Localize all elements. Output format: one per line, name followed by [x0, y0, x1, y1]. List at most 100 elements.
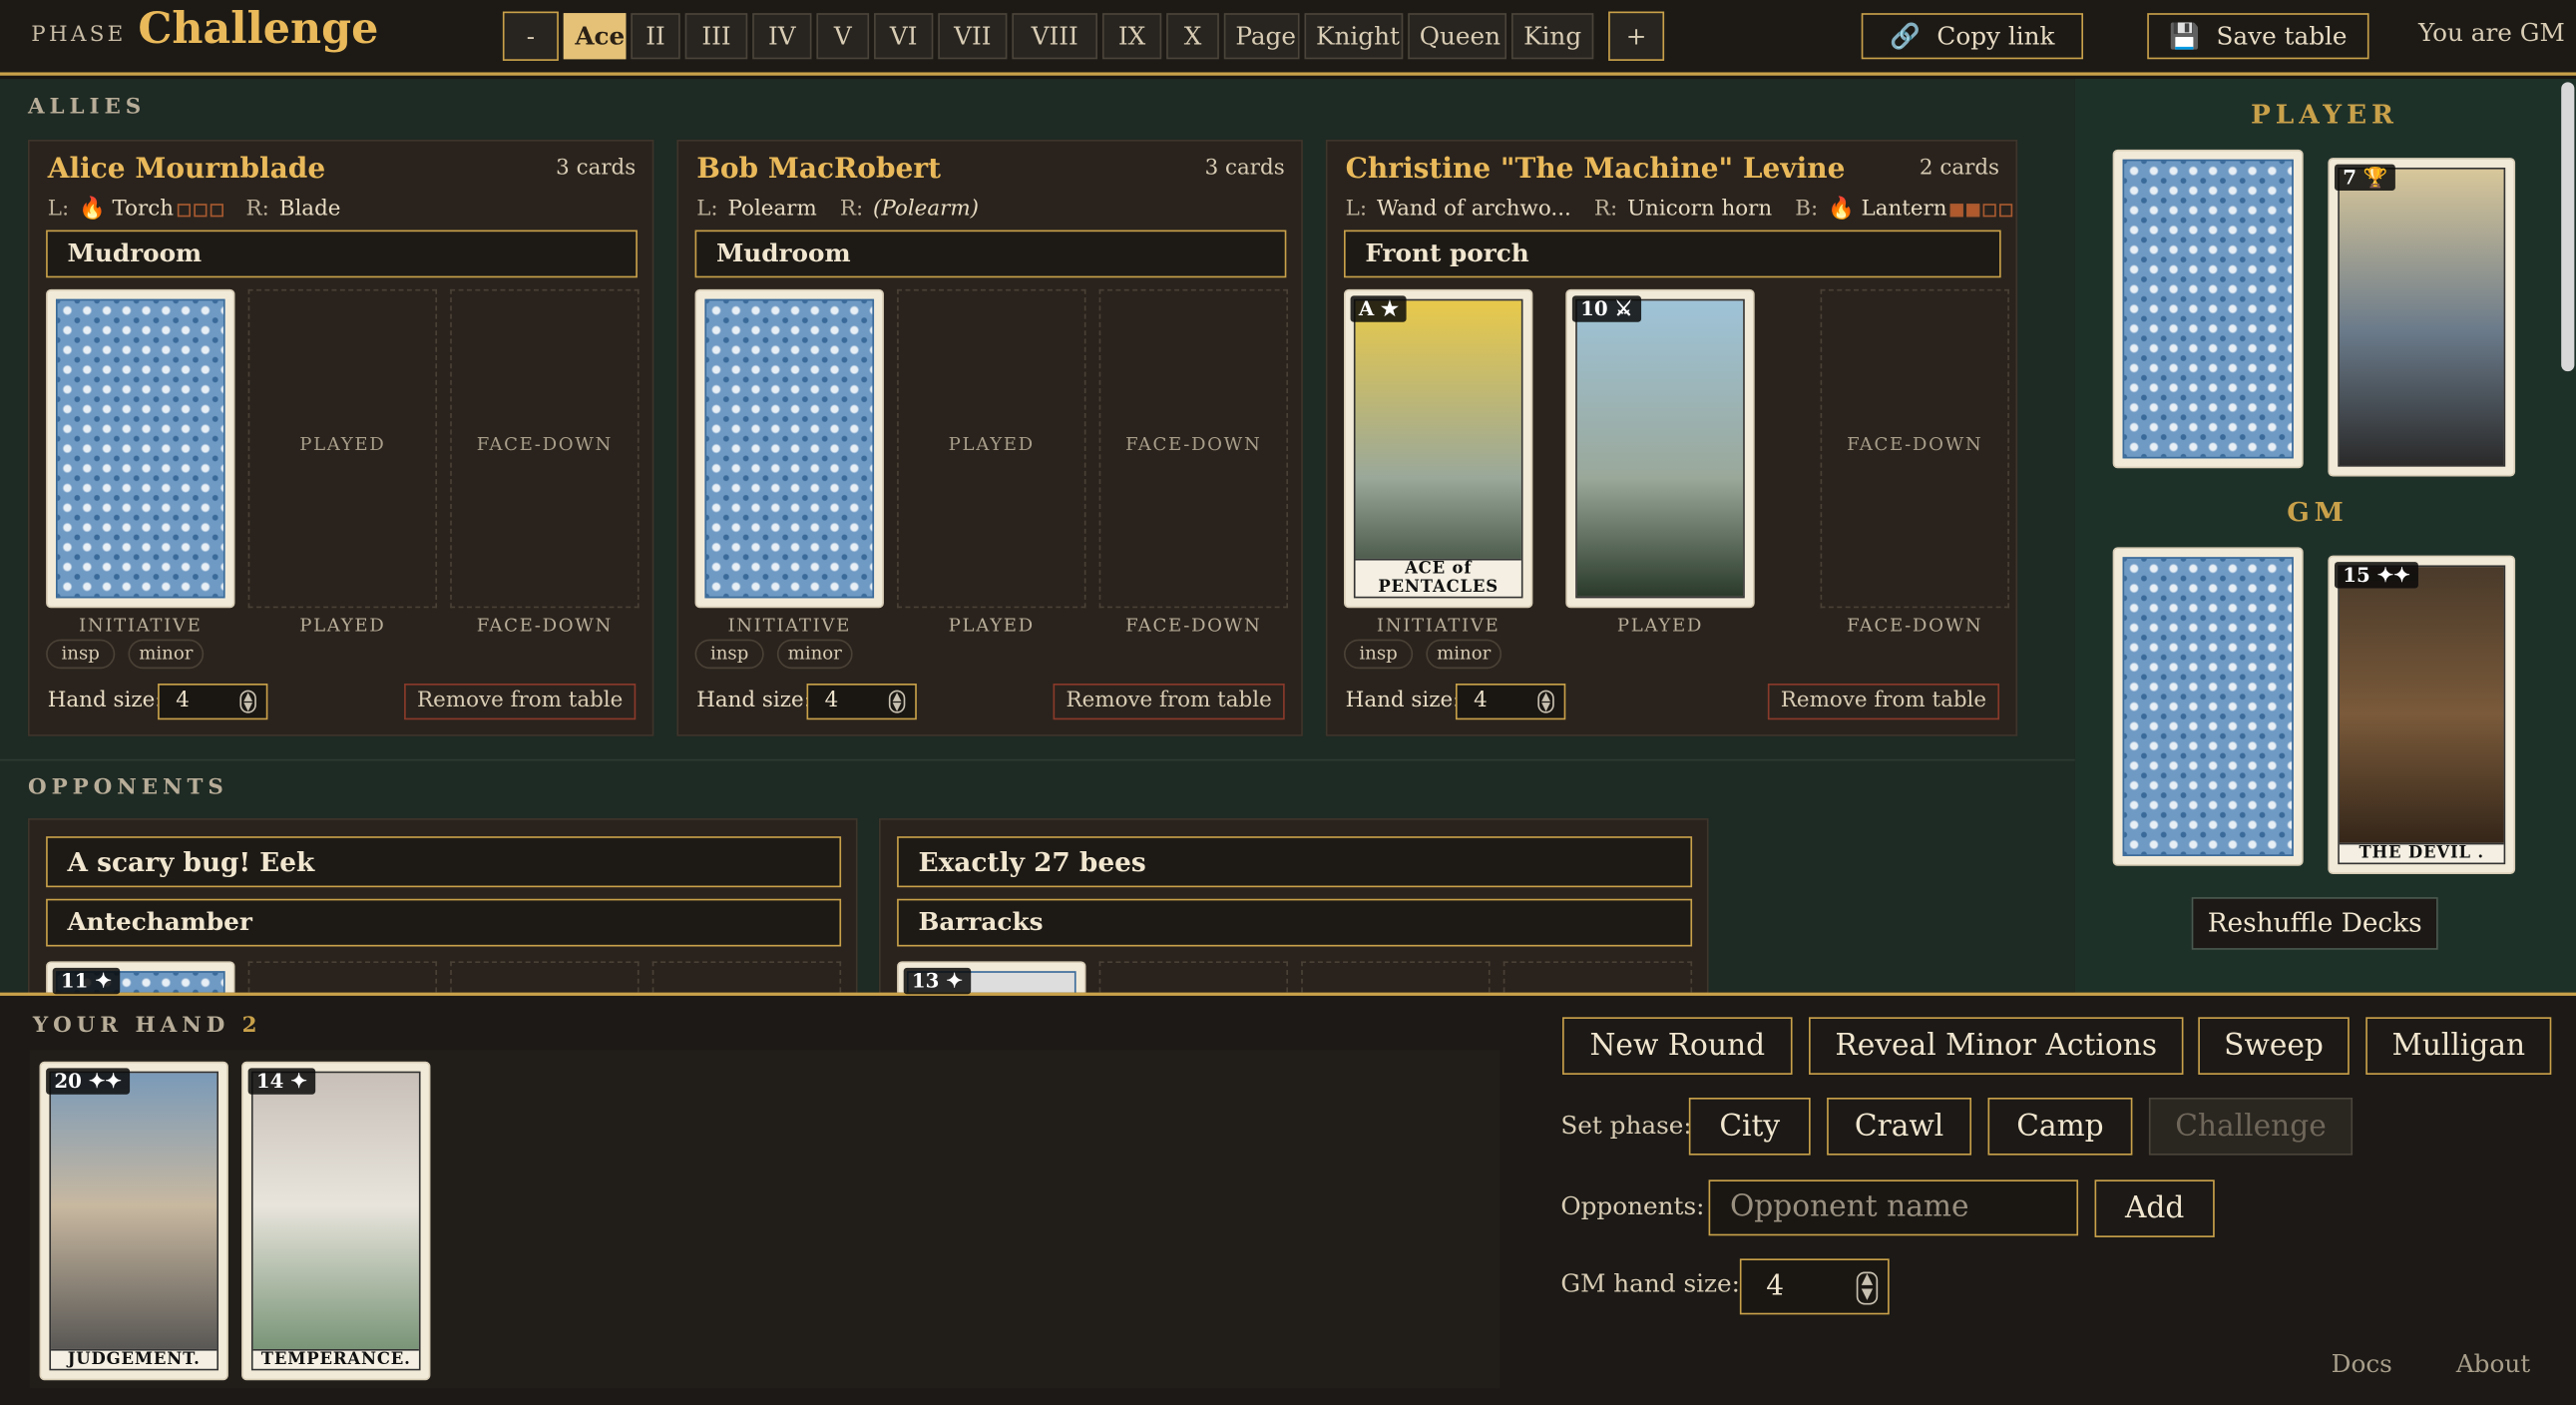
sidebar-scrollbar[interactable]: [2561, 82, 2575, 372]
remove-from-table-button[interactable]: Remove from table: [1053, 684, 1285, 720]
hand-size-input[interactable]: 4 ▲ ▼: [158, 684, 268, 720]
location-field[interactable]: Antechamber: [46, 898, 842, 947]
docs-link[interactable]: Docs: [2332, 1349, 2392, 1379]
copy-link-button[interactable]: 🔗 Copy link: [1861, 13, 2084, 60]
rank-button[interactable]: II: [631, 13, 680, 60]
rank-button[interactable]: Queen: [1408, 13, 1507, 60]
card-slot-empty[interactable]: PLAYED: [897, 288, 1086, 609]
fuel-pip[interactable]: [193, 203, 207, 217]
action-tag[interactable]: insp: [694, 639, 764, 670]
action-tag[interactable]: insp: [1344, 639, 1414, 670]
link-icon: 🔗: [1890, 21, 1921, 52]
card-slot-empty[interactable]: FACE-DOWN: [1098, 288, 1289, 609]
rank-increment-button[interactable]: +: [1608, 11, 1665, 61]
opponents-label: Opponents:: [1560, 1190, 1705, 1221]
location-field[interactable]: Mudroom: [694, 230, 1287, 278]
stepper-icon[interactable]: ▲ ▼: [1537, 690, 1554, 713]
player-discard-card[interactable]: 7 🏆: [2328, 158, 2516, 477]
phase-value: Challenge: [138, 4, 379, 55]
rank-button[interactable]: IV: [752, 13, 812, 60]
fuel-pip[interactable]: [177, 203, 191, 217]
card-slot-empty[interactable]: FACE-DOWN: [1820, 288, 2009, 609]
copy-link-label: Copy link: [1936, 21, 2055, 52]
reshuffle-decks-button[interactable]: Reshuffle Decks: [2191, 897, 2438, 950]
slot-caption: INITIATIVE: [79, 614, 203, 637]
location-field[interactable]: Mudroom: [46, 230, 638, 278]
face-up-card[interactable]: A ★ ACE of PENTACLES: [1344, 288, 1533, 609]
app-root: PHASE Challenge - Ace II III IV V VI VII VIII IX…: [0, 0, 2576, 1405]
fuel-pip[interactable]: [1949, 203, 1964, 217]
phase-challenge-button[interactable]: Challenge: [2148, 1097, 2354, 1156]
action-tag[interactable]: minor: [776, 639, 853, 670]
about-link[interactable]: About: [2456, 1349, 2530, 1379]
sweep-button[interactable]: Sweep: [2198, 1017, 2350, 1075]
add-opponent-button[interactable]: Add: [2094, 1179, 2215, 1237]
hand-size-value: 4: [1474, 688, 1488, 713]
location-field[interactable]: Barracks: [897, 898, 1693, 947]
opponent-name-field[interactable]: Exactly 27 bees: [897, 836, 1693, 888]
action-tag[interactable]: insp: [46, 639, 116, 670]
location-field[interactable]: Front porch: [1344, 230, 2001, 278]
hand-size-input[interactable]: 4 ▲ ▼: [806, 684, 917, 720]
rank-selector: - Ace II III IV V VI VII VIII IX X Page Knight Queen…: [502, 11, 1665, 61]
rank-button[interactable]: IX: [1101, 13, 1162, 60]
fuel-pip[interactable]: [1966, 203, 1980, 217]
slot-placeholder: FACE-DOWN: [1847, 433, 1983, 456]
top-bar: PHASE Challenge - Ace II III IV V VI VII VIII IX…: [0, 0, 2576, 76]
opponent-panel: Exactly 27 bees Barracks 13 ✦: [878, 818, 1709, 1028]
rank-button[interactable]: VIII: [1012, 13, 1097, 60]
gm-discard-card[interactable]: 15 ✦✦ THE DEVIL .: [2328, 555, 2516, 875]
face-down-card[interactable]: [46, 288, 235, 609]
rank-button[interactable]: III: [684, 13, 748, 60]
mulligan-button[interactable]: Mulligan: [2365, 1017, 2552, 1075]
phase-camp-button[interactable]: Camp: [1987, 1097, 2133, 1156]
card-slot-empty[interactable]: FACE-DOWN: [450, 288, 640, 609]
equipment-slot-label: L:: [696, 197, 718, 223]
slot-placeholder: PLAYED: [948, 433, 1035, 456]
stepper-icon[interactable]: ▲ ▼: [239, 690, 256, 713]
face-up-card[interactable]: 10 ⚔: [1565, 288, 1755, 609]
rank-button[interactable]: Ace: [563, 13, 627, 60]
remove-from-table-button[interactable]: Remove from table: [1767, 684, 2000, 720]
hand-size-input[interactable]: 4 ▲ ▼: [1455, 684, 1566, 720]
stepper-icon[interactable]: ▲ ▼: [1856, 1271, 1879, 1305]
gm-hand-size-input[interactable]: 4 ▲ ▼: [1739, 1258, 1890, 1315]
card-slot-empty[interactable]: PLAYED: [247, 288, 438, 609]
fuel-pip[interactable]: [1999, 203, 2013, 217]
ally-card-count: 3 cards: [1204, 156, 1285, 182]
rank-button[interactable]: Page: [1223, 13, 1300, 60]
equipment-slot-label: L:: [47, 197, 70, 223]
ally-name: Christine "The Machine" Levine: [1345, 153, 1846, 187]
equipment-item: L: 🔥 Torch: [47, 197, 223, 223]
opponent-name-input[interactable]: Opponent name: [1708, 1179, 2079, 1236]
rank-button[interactable]: V: [816, 13, 870, 60]
rank-button[interactable]: VII: [938, 13, 1008, 60]
ally-card-count: 2 cards: [1919, 156, 2000, 182]
fuel-pip[interactable]: [210, 203, 223, 217]
phase-city-button[interactable]: City: [1688, 1097, 1811, 1156]
action-tag[interactable]: minor: [1426, 639, 1503, 670]
fuel-pip[interactable]: [1982, 203, 1996, 217]
remove-from-table-button[interactable]: Remove from table: [404, 684, 637, 720]
current-user-label: You are GM: [2417, 18, 2565, 48]
hand-card[interactable]: 20 ✦✦ JUDGEMENT.: [39, 1061, 228, 1381]
stepper-icon[interactable]: ▲ ▼: [888, 690, 906, 713]
reveal-minor-actions-button[interactable]: Reveal Minor Actions: [1809, 1017, 2184, 1075]
rank-button[interactable]: VI: [874, 13, 934, 60]
rank-button[interactable]: King: [1510, 13, 1594, 60]
save-table-button[interactable]: 💾 Save table: [2147, 13, 2369, 60]
action-tag[interactable]: minor: [128, 639, 205, 670]
opponent-name-field[interactable]: A scary bug! Eek: [46, 836, 842, 888]
gm-draw-pile[interactable]: [2112, 547, 2304, 866]
allies-heading: ALLIES: [27, 95, 147, 121]
new-round-button[interactable]: New Round: [1562, 1017, 1793, 1075]
face-down-card[interactable]: [694, 288, 884, 609]
player-draw-pile[interactable]: [2112, 149, 2304, 469]
phase-crawl-button[interactable]: Crawl: [1827, 1097, 1972, 1156]
rank-button[interactable]: X: [1166, 13, 1219, 60]
card-back: [55, 298, 225, 599]
rank-button[interactable]: Knight: [1304, 13, 1404, 60]
card-art: [1575, 298, 1745, 599]
hand-card[interactable]: 14 ✦ TEMPERANCE.: [241, 1061, 431, 1381]
rank-decrement-button[interactable]: -: [502, 11, 559, 61]
